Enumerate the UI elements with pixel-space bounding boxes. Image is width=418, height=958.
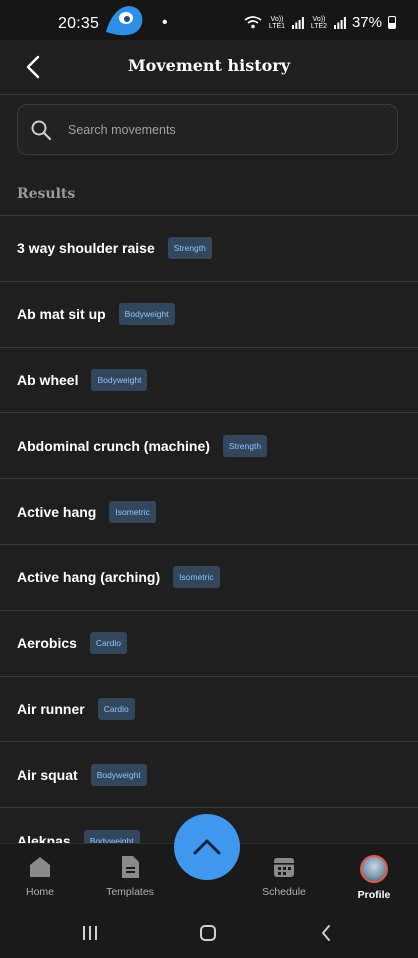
list-item[interactable]: Ab mat sit up Bodyweight [0,282,418,348]
category-badge: Bodyweight [91,368,148,391]
results-label: Results [17,186,76,202]
chevron-up-icon [193,839,221,855]
movement-name: Active hang [17,503,97,520]
movement-name: Ab wheel [17,371,79,388]
home-icon [30,857,50,877]
category-badge: Bodyweight [118,303,175,326]
category-badge: Cardio [89,632,127,655]
nav-label-templates: Templates [106,886,154,898]
system-back-button[interactable] [314,922,338,944]
nav-label-home: Home [25,886,54,898]
nav-item-profile[interactable]: Profile [334,854,414,901]
list-item[interactable]: Active hang (arching) Isometric [0,545,418,611]
movement-name: Air runner [17,700,85,717]
list-item[interactable]: Active hang Isometric [0,479,418,545]
wifi-icon [244,16,262,29]
notification-dot: • [162,14,168,31]
battery-icon [388,16,396,29]
nav-item-schedule[interactable]: Schedule [244,854,324,898]
nav-item-templates[interactable]: Templates [90,854,170,898]
movement-name: Ab mat sit up [17,306,106,323]
movement-list[interactable]: 3 way shoulder raise Strength Ab mat sit… [0,215,418,843]
scroll-top-button[interactable] [174,814,240,880]
movement-name: Aleknas [17,832,71,843]
system-nav-bar [0,908,418,958]
nav-item-home[interactable]: Home [0,854,80,898]
movement-name: 3 way shoulder raise [17,240,155,257]
list-item[interactable]: Ab wheel Bodyweight [0,348,418,414]
status-bar: 20:35 • Vo)) LTE1 Vo)) LTE2 37% [0,0,418,40]
list-item[interactable]: Aerobics Cardio [0,611,418,677]
movement-name: Aerobics [17,635,77,652]
header: Movement history [0,40,418,95]
home-circle-icon [200,925,216,941]
sim2-label: Vo)) LTE2 [310,15,328,30]
category-badge: Bodyweight [90,763,147,786]
category-badge: Bodyweight [83,829,140,843]
category-badge: Strength [222,434,268,457]
avatar [360,855,388,883]
app-logo-icon [106,6,143,36]
search-input[interactable] [68,105,388,154]
signal-icon [291,16,304,29]
status-time: 20:35 [58,15,100,32]
recent-apps-button[interactable] [78,922,102,944]
chevron-left-icon [322,925,330,941]
category-badge: Cardio [97,697,135,720]
sim1-label: Vo)) LTE1 [268,15,286,30]
category-badge: Strength [167,237,212,260]
movement-name: Air squat [17,766,78,783]
status-indicators: Vo)) LTE1 Vo)) LTE2 37% [244,14,396,31]
category-badge: Isometric [109,500,156,523]
home-system-button[interactable] [196,922,220,944]
list-item[interactable]: Air squat Bodyweight [0,742,418,809]
battery-percent: 37% [351,14,382,31]
page-title: Movement history [127,56,291,75]
search-box[interactable] [17,104,398,155]
list-item[interactable]: Abdominal crunch (machine) Strength [0,413,418,480]
calendar-icon [274,858,294,877]
movement-name: Abdominal crunch (machine) [17,437,210,454]
document-icon [122,856,139,878]
recent-apps-icon [83,926,97,940]
search-icon [31,120,52,141]
list-item[interactable]: Air runner Cardio [0,677,418,743]
movement-name: Active hang (arching) [17,569,161,586]
category-badge: Isometric [173,566,220,589]
signal-icon-2 [333,16,346,29]
nav-label-schedule: Schedule [262,886,306,898]
list-item[interactable]: 3 way shoulder raise Strength [0,216,418,282]
nav-label-profile: Profile [357,889,391,901]
